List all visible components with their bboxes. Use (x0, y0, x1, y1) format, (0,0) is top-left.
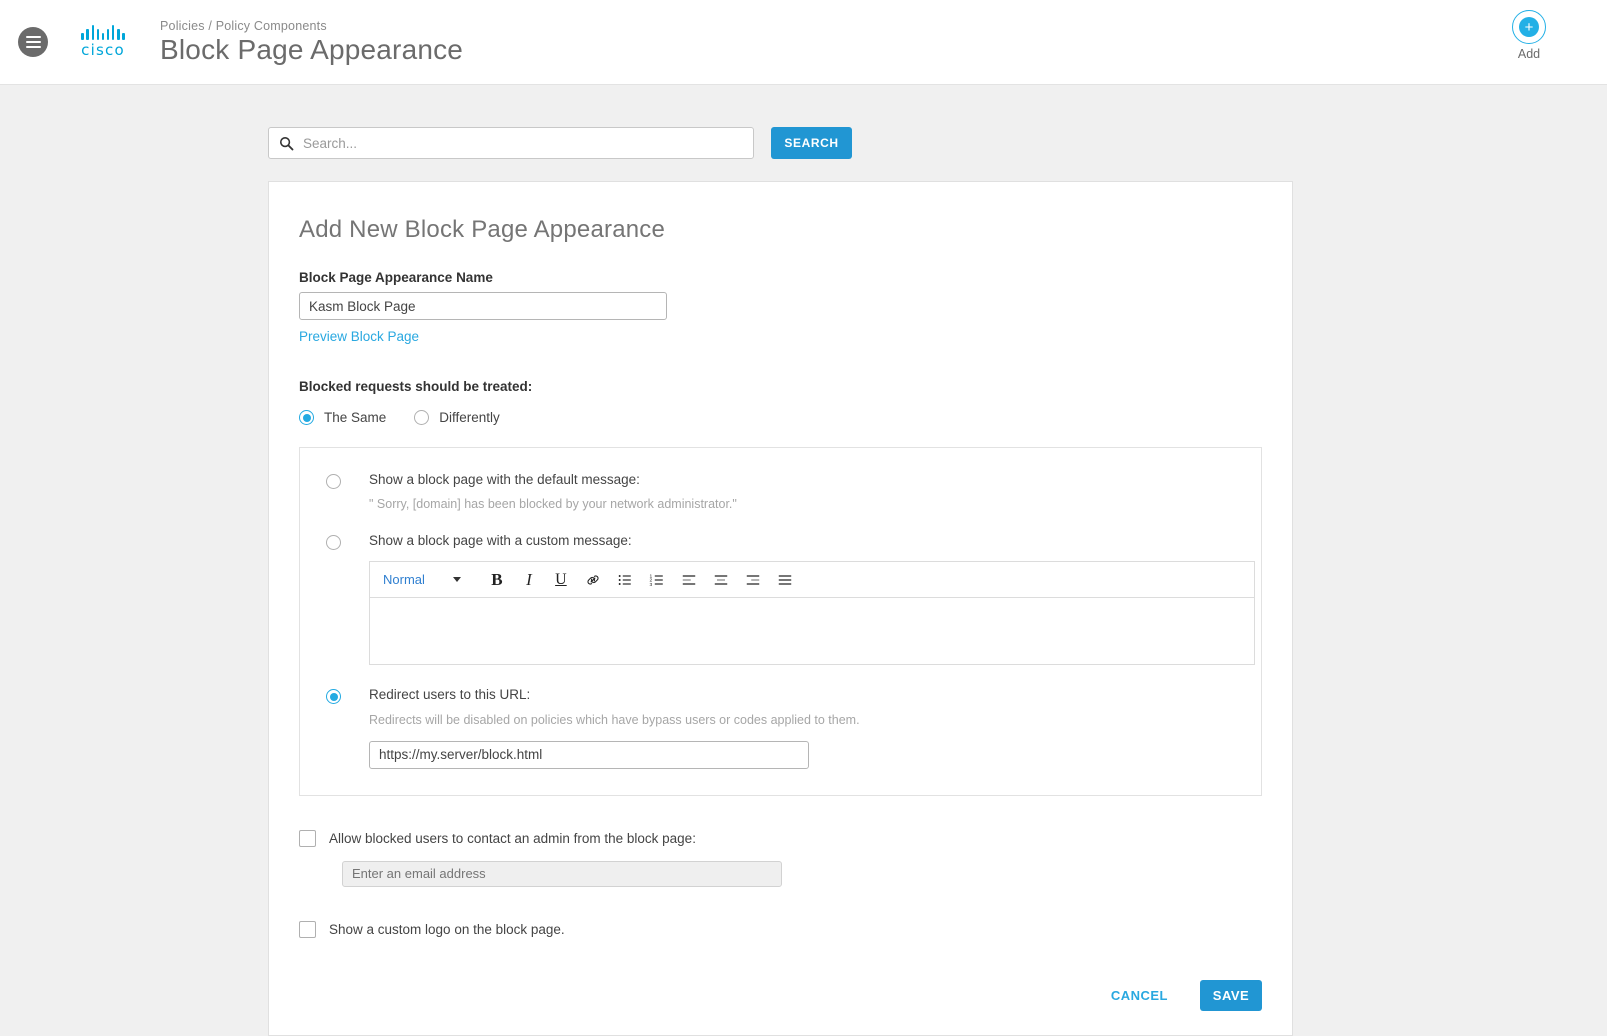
card-footer: CANCEL SAVE (299, 980, 1262, 1011)
search-button[interactable]: SEARCH (771, 127, 852, 159)
add-button-circle: + (1512, 10, 1546, 44)
contact-admin-checkbox[interactable] (299, 830, 316, 847)
radio-option-differently[interactable]: Differently (414, 410, 500, 425)
cisco-wordmark: cisco (72, 41, 134, 59)
search-box[interactable] (268, 127, 754, 159)
rich-text-editor[interactable]: Normal B I U (369, 561, 1255, 665)
page-title: Block Page Appearance (160, 35, 1607, 66)
plus-icon: + (1519, 17, 1539, 37)
treatment-radio-group: The Same Differently (299, 410, 1262, 425)
underline-icon[interactable]: U (545, 566, 577, 594)
custom-logo-checkbox[interactable] (299, 921, 316, 938)
editor-content-area[interactable] (370, 598, 1254, 664)
numbered-list-icon[interactable]: 1 2 3 (641, 566, 673, 594)
block-option-redirect-label: Redirect users to this URL: (369, 687, 1235, 703)
search-input[interactable] (301, 135, 743, 152)
bullet-list-icon[interactable] (609, 566, 641, 594)
radio-custom-message-icon[interactable] (326, 535, 341, 550)
block-option-default-body: Show a block page with the default messa… (369, 472, 1235, 511)
block-option-custom-body: Show a block page with a custom message:… (369, 533, 1255, 665)
align-left-icon[interactable] (673, 566, 705, 594)
bold-icon[interactable]: B (481, 566, 513, 594)
search-icon (279, 136, 294, 151)
italic-icon[interactable]: I (513, 566, 545, 594)
radio-redirect-url-icon[interactable] (326, 689, 341, 704)
block-option-default-message-text: " Sorry, [domain] has been blocked by yo… (369, 497, 1235, 511)
chevron-down-icon (453, 577, 461, 582)
hamburger-menu-icon[interactable] (18, 27, 48, 57)
editor-format-dropdown[interactable]: Normal (383, 572, 461, 587)
block-option-custom-message[interactable]: Show a block page with a custom message:… (326, 533, 1235, 665)
title-block: Policies / Policy Components Block Page … (160, 19, 1607, 66)
custom-logo-row[interactable]: Show a custom logo on the block page. (299, 921, 1262, 938)
block-option-custom-label: Show a block page with a custom message: (369, 533, 1255, 549)
radio-differently-icon[interactable] (414, 410, 429, 425)
redirect-url-input[interactable] (369, 741, 809, 769)
search-row: SEARCH (268, 127, 1607, 159)
breadcrumb[interactable]: Policies / Policy Components (160, 19, 1607, 33)
link-icon[interactable] (577, 566, 609, 594)
treatment-label: Blocked requests should be treated: (299, 379, 1262, 394)
editor-toolbar: Normal B I U (370, 562, 1254, 598)
name-field-label: Block Page Appearance Name (299, 270, 1262, 285)
editor-format-label: Normal (383, 572, 425, 587)
contact-admin-label: Allow blocked users to contact an admin … (329, 831, 696, 846)
radio-option-the-same[interactable]: The Same (299, 410, 386, 425)
radio-differently-label: Differently (439, 410, 500, 425)
block-option-redirect-note: Redirects will be disabled on policies w… (369, 713, 1235, 727)
cisco-logo: cisco (72, 25, 134, 59)
cisco-bars-icon (72, 25, 134, 40)
svg-text:3: 3 (649, 582, 652, 588)
align-right-icon[interactable] (737, 566, 769, 594)
main-content: SEARCH Add New Block Page Appearance Blo… (0, 127, 1607, 1036)
radio-the-same-label: The Same (324, 410, 386, 425)
add-button-label: Add (1497, 47, 1561, 61)
add-button[interactable]: + Add (1497, 10, 1561, 61)
cancel-button[interactable]: CANCEL (1105, 987, 1174, 1004)
align-center-icon[interactable] (705, 566, 737, 594)
block-options-panel: Show a block page with the default messa… (299, 447, 1262, 796)
block-page-name-input[interactable] (299, 292, 667, 320)
block-option-default-message[interactable]: Show a block page with the default messa… (326, 472, 1235, 511)
radio-default-message-icon[interactable] (326, 474, 341, 489)
admin-email-input[interactable] (342, 861, 782, 887)
align-justify-icon[interactable] (769, 566, 801, 594)
contact-admin-row[interactable]: Allow blocked users to contact an admin … (299, 830, 1262, 847)
app-header: cisco Policies / Policy Components Block… (0, 0, 1607, 85)
card-title: Add New Block Page Appearance (299, 216, 1262, 244)
block-option-default-label: Show a block page with the default messa… (369, 472, 1235, 488)
preview-block-page-link[interactable]: Preview Block Page (299, 329, 419, 344)
block-option-redirect-body: Redirect users to this URL: Redirects wi… (369, 687, 1235, 768)
save-button[interactable]: SAVE (1200, 980, 1262, 1011)
block-option-redirect-url[interactable]: Redirect users to this URL: Redirects wi… (326, 687, 1235, 768)
custom-logo-label: Show a custom logo on the block page. (329, 922, 565, 937)
radio-the-same-icon[interactable] (299, 410, 314, 425)
add-block-page-appearance-card: Add New Block Page Appearance Block Page… (268, 181, 1293, 1036)
